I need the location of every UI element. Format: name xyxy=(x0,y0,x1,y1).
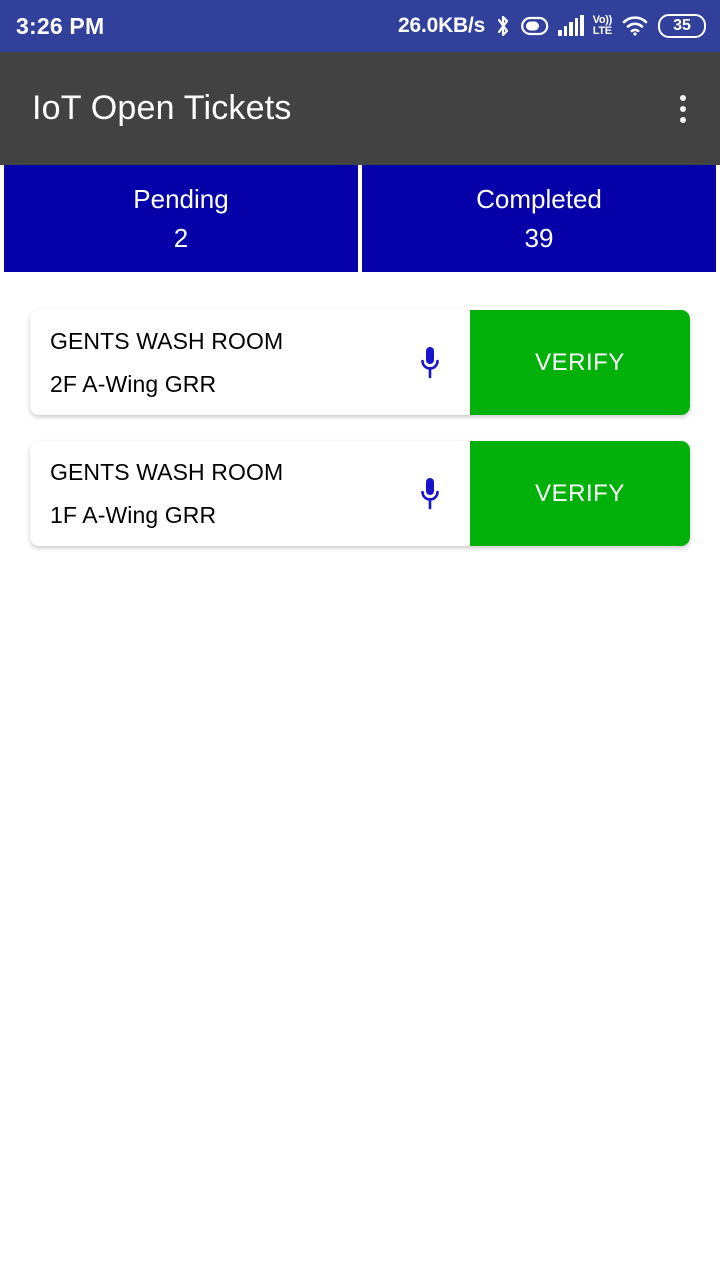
tab-completed-count: 39 xyxy=(524,222,554,253)
signal-bars-icon xyxy=(558,15,584,36)
ticket-location: 2F A-Wing GRR xyxy=(50,370,217,397)
table-row[interactable]: GENTS WASH ROOM 2F A-Wing GRR VERIFY xyxy=(30,310,690,415)
tab-completed[interactable]: Completed 39 xyxy=(362,165,716,272)
table-row[interactable]: GENTS WASH ROOM 1F A-Wing GRR VERIFY xyxy=(30,441,690,546)
status-bar-clock: 3:26 PM xyxy=(16,12,105,39)
volte-bottom-text: LTE xyxy=(592,25,612,37)
verify-button[interactable]: VERIFY xyxy=(470,310,690,415)
ticket-text-block: GENTS WASH ROOM 2F A-Wing GRR xyxy=(30,310,390,415)
status-bar: 3:26 PM 26.0KB/s Vo)) LTE 35 xyxy=(0,0,720,52)
tab-pending[interactable]: Pending 2 xyxy=(4,165,358,272)
capsule-icon xyxy=(521,15,549,37)
status-bar-icons: 26.0KB/s Vo)) LTE 35 xyxy=(398,14,706,38)
battery-level-text: 35 xyxy=(673,17,691,34)
app-title: IoT Open Tickets xyxy=(32,89,292,127)
tab-pending-label: Pending xyxy=(133,183,229,214)
ticket-title: GENTS WASH ROOM xyxy=(50,458,284,485)
microphone-icon[interactable] xyxy=(390,441,470,546)
app-bar: IoT Open Tickets xyxy=(0,52,720,165)
tab-pending-count: 2 xyxy=(173,222,189,253)
wifi-icon xyxy=(621,15,649,37)
more-vertical-icon[interactable] xyxy=(670,83,696,135)
ticket-text-block: GENTS WASH ROOM 1F A-Wing GRR xyxy=(30,441,390,546)
ticket-title: GENTS WASH ROOM xyxy=(50,327,284,354)
ticket-location: 1F A-Wing GRR xyxy=(50,501,217,528)
battery-indicator: 35 xyxy=(658,14,706,38)
ticket-list: GENTS WASH ROOM 2F A-Wing GRR VERIFY GEN… xyxy=(0,272,720,546)
network-speed-text: 26.0KB/s xyxy=(398,14,486,37)
verify-button[interactable]: VERIFY xyxy=(470,441,690,546)
bluetooth-icon xyxy=(494,14,512,38)
tab-bar: Pending 2 Completed 39 xyxy=(0,165,720,272)
tab-completed-label: Completed xyxy=(476,183,602,214)
microphone-icon[interactable] xyxy=(390,310,470,415)
volte-icon: Vo)) LTE xyxy=(592,15,613,37)
